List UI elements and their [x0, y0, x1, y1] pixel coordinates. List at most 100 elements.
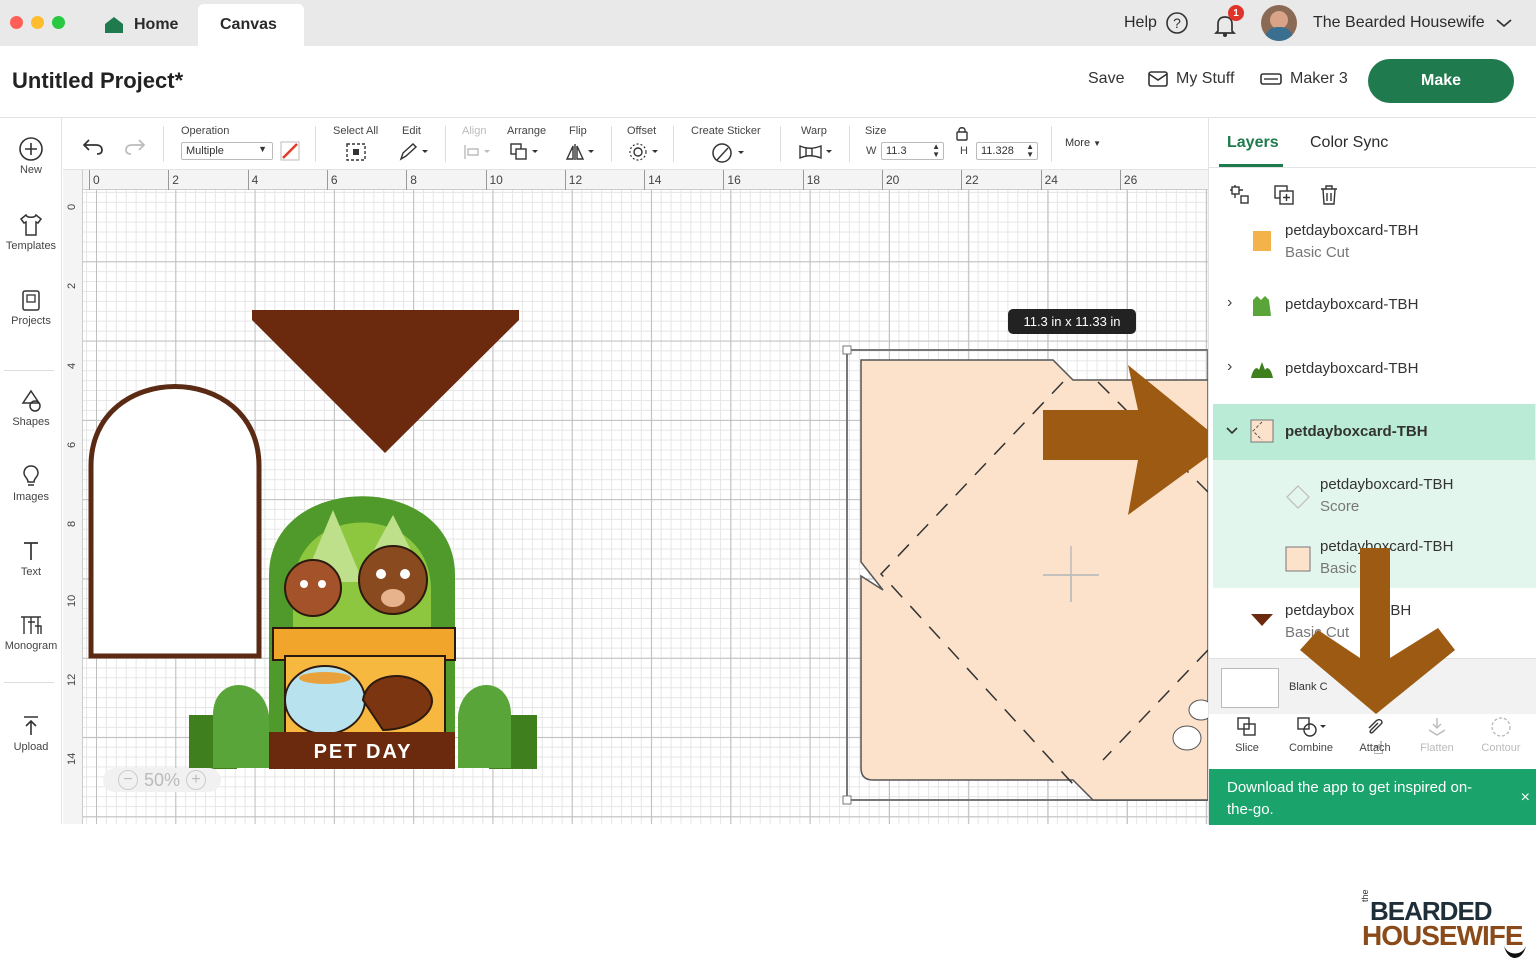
sidebar-item-templates[interactable]: Templates — [0, 212, 62, 252]
layer-name: petdayboxcard-TBH — [1285, 360, 1419, 377]
my-stuff-label: My Stuff — [1176, 70, 1235, 87]
zoom-in-icon[interactable]: + — [186, 770, 207, 790]
pencil-icon[interactable] — [397, 142, 431, 162]
make-button[interactable]: Make — [1368, 59, 1514, 103]
layer-thumbnail — [1253, 296, 1271, 316]
align-label: Align — [462, 125, 487, 137]
chevron-down-icon — [1496, 19, 1512, 28]
tab-home[interactable]: Home — [104, 4, 178, 46]
machine-button[interactable]: Maker 3 — [1260, 70, 1348, 88]
no-color-swatch-icon[interactable] — [280, 141, 300, 161]
sidebar-label-monogram: Monogram — [4, 640, 58, 652]
chevron-right-icon[interactable]: › — [1227, 294, 1232, 312]
contour-button: Contour — [1471, 716, 1531, 754]
sidebar-label-shapes: Shapes — [12, 416, 50, 428]
help-link[interactable]: Help ? — [1124, 0, 1189, 46]
plus-circle-icon — [19, 137, 43, 161]
sidebar-item-upload[interactable]: Upload — [0, 713, 62, 753]
title-bar: Home Canvas Help ? 1 The Bearded Housewi… — [0, 0, 1536, 46]
close-icon[interactable]: × — [1521, 787, 1530, 809]
project-title[interactable]: Untitled Project* — [12, 68, 183, 94]
redo-icon[interactable] — [123, 136, 147, 156]
avatar[interactable] — [1261, 5, 1297, 41]
align-icon — [464, 145, 490, 159]
projects-icon — [22, 290, 40, 311]
sidebar-item-monogram[interactable]: Monogram — [0, 612, 62, 652]
layer-item[interactable]: › petdayboxcard-TBH — [1213, 342, 1535, 398]
duplicate-icon[interactable] — [1273, 184, 1295, 206]
dimension-tooltip: 11.3 in x 11.33 in — [1008, 309, 1136, 334]
combine-button[interactable]: Combine — [1281, 716, 1341, 754]
tab-canvas-label: Canvas — [220, 16, 277, 33]
home-icon — [105, 17, 123, 33]
sidebar-item-text[interactable]: Text — [0, 538, 62, 578]
arrange-label: Arrange — [507, 125, 547, 137]
flip-icon[interactable] — [565, 142, 597, 162]
sidebar-label-text: Text — [20, 566, 42, 578]
undo-icon[interactable] — [81, 136, 105, 156]
zoom-control[interactable]: − 50% + — [103, 768, 221, 792]
sidebar-item-projects[interactable]: Projects — [0, 287, 62, 327]
project-bar: Untitled Project* Save My Stuff Maker 3 … — [0, 46, 1536, 118]
close-window-button[interactable] — [10, 16, 23, 29]
sticker-icon[interactable] — [709, 142, 749, 164]
download-app-banner[interactable]: Download the app to get inspired on-the-… — [1209, 769, 1536, 825]
my-stuff-button[interactable]: My Stuff — [1148, 70, 1234, 88]
tab-layers[interactable]: Layers — [1227, 134, 1279, 152]
pet-day-text: PET DAY — [314, 741, 413, 763]
sidebar-item-new[interactable]: New — [0, 136, 62, 176]
layer-name: petdayboxcard-TBH — [1320, 476, 1454, 493]
group-icon[interactable] — [1229, 184, 1251, 206]
layer-thumbnail — [1251, 362, 1273, 378]
tab-color-sync[interactable]: Color Sync — [1310, 134, 1388, 152]
operation-select[interactable]: Multiple ▼ — [181, 142, 273, 160]
layer-item[interactable]: petdayboxcard-TBH Basic Cut — [1213, 214, 1535, 274]
layer-name: petdayboxcard-TBH — [1285, 296, 1419, 313]
notifications-button[interactable]: 1 — [1212, 5, 1244, 38]
user-name: The Bearded Housewife — [1313, 14, 1485, 31]
annotation-arrow-down — [1300, 548, 1455, 714]
sidebar-label-images: Images — [12, 491, 50, 503]
slice-button[interactable]: Slice — [1217, 716, 1277, 754]
sidebar-item-shapes[interactable]: Shapes — [0, 388, 62, 428]
contour-icon — [1491, 717, 1511, 737]
minimize-window-button[interactable] — [31, 16, 44, 29]
stepper-icon[interactable]: ▲ ▼ — [1026, 143, 1034, 159]
height-input[interactable]: 11.328 ▲ ▼ — [976, 142, 1038, 160]
flip-label: Flip — [569, 125, 587, 137]
layers-panel: Layers Color Sync petdayboxcard-TBH Basi… — [1208, 118, 1536, 824]
trash-icon[interactable] — [1318, 184, 1340, 206]
user-menu[interactable]: The Bearded Housewife — [1313, 0, 1513, 46]
more-button[interactable]: More ▼ — [1065, 137, 1101, 149]
layer-name: petdayboxcard-TBH — [1285, 423, 1428, 440]
chevron-right-icon[interactable]: › — [1227, 358, 1232, 376]
lock-icon[interactable] — [955, 125, 969, 141]
blank-canvas-swatch[interactable] — [1221, 668, 1279, 708]
select-all-icon[interactable] — [345, 142, 367, 162]
design-canvas[interactable]: 0 2 4 6 8 10 12 14 16 18 20 22 24 26 0 2 4 6 8 10 12 14 — [63, 170, 1208, 824]
flatten-label: Flatten — [1420, 742, 1454, 754]
sidebar-label-templates: Templates — [5, 240, 57, 252]
warp-label: Warp — [801, 125, 827, 137]
banner-text: Download the app to get inspired on-the-… — [1227, 779, 1473, 818]
arrange-icon[interactable] — [509, 142, 541, 162]
layer-item[interactable]: › petdayboxcard-TBH — [1213, 278, 1535, 334]
layer-thumbnail — [1250, 419, 1274, 443]
layer-type: Score — [1320, 498, 1360, 515]
shirt-icon — [19, 213, 43, 236]
sidebar-item-images[interactable]: Images — [0, 463, 62, 503]
chevron-down-icon[interactable] — [1225, 426, 1239, 436]
tab-canvas[interactable]: Canvas — [198, 4, 304, 46]
layer-item[interactable]: petdayboxcard-TBH Score — [1213, 468, 1535, 524]
text-icon — [24, 542, 38, 560]
zoom-window-button[interactable] — [52, 16, 65, 29]
zoom-out-icon[interactable]: − — [117, 770, 138, 790]
width-input[interactable]: 11.3 ▲ ▼ — [881, 142, 944, 160]
layer-item-selected[interactable]: petdayboxcard-TBH — [1213, 404, 1535, 460]
edit-toolbar: Operation Multiple ▼ Select All Edit Ali… — [63, 118, 1208, 170]
save-button[interactable]: Save — [1088, 70, 1124, 88]
stepper-icon[interactable]: ▲ ▼ — [932, 143, 940, 159]
offset-icon[interactable] — [627, 142, 661, 162]
lightbulb-icon — [23, 465, 39, 486]
warp-icon[interactable] — [797, 142, 835, 162]
